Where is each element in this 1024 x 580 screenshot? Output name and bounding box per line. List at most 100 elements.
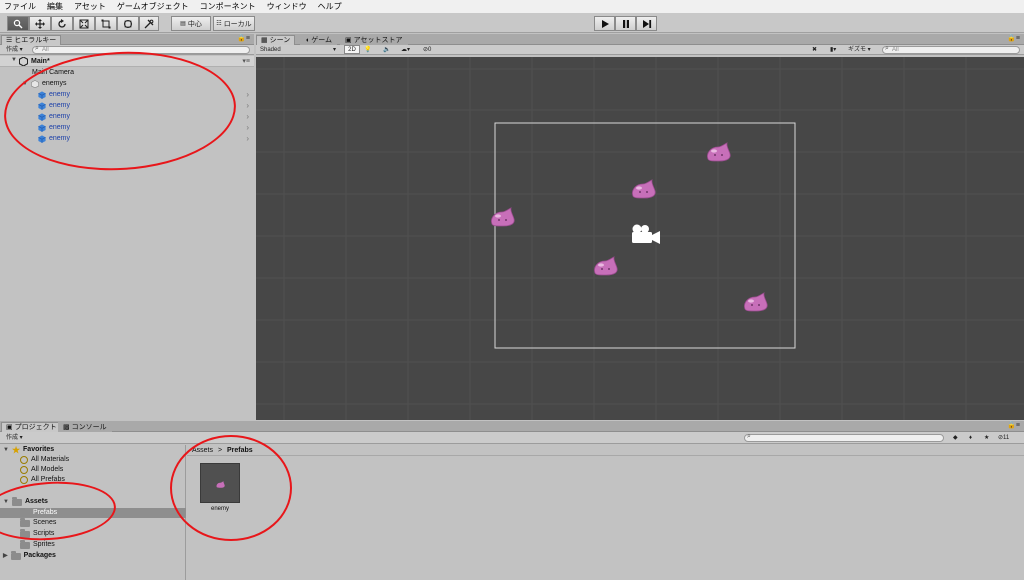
create-dropdown[interactable]: 作成 ▾ xyxy=(6,434,23,442)
menu-window[interactable]: ウィンドウ xyxy=(267,1,307,12)
menu-help[interactable]: ヘルプ xyxy=(318,1,342,12)
shading-dropdown[interactable]: Shaded xyxy=(260,46,281,54)
folder-scripts[interactable]: Scripts xyxy=(20,528,54,539)
tab-project-label: プロジェクト xyxy=(14,424,57,431)
enemy-sprite[interactable] xyxy=(632,179,656,199)
hierarchy-subbar: 作成 ▾ All xyxy=(0,45,254,55)
custom-tool-button[interactable] xyxy=(139,16,159,31)
transform-tool-icon xyxy=(124,19,132,28)
enemy-sprite[interactable] xyxy=(707,142,731,162)
hierarchy-item-enemy[interactable]: enemy › xyxy=(38,112,252,122)
expand-icon[interactable]: ▶ xyxy=(3,551,8,561)
menu-assets[interactable]: アセット xyxy=(74,1,106,12)
tab-project[interactable]: ▣ プロジェクト xyxy=(1,422,62,432)
tools-icon[interactable]: ✖ xyxy=(812,46,817,54)
prefab-thumbnail[interactable] xyxy=(200,463,240,503)
chevron-down-icon[interactable]: ▾ xyxy=(333,46,336,54)
breadcrumb-prefabs[interactable]: Prefabs xyxy=(227,447,253,454)
hand-tool-button[interactable] xyxy=(7,16,29,31)
panel-menu-icon[interactable]: 🔒≡ xyxy=(1007,34,1020,42)
star-icon: ★ xyxy=(11,445,21,455)
project-search-input[interactable] xyxy=(744,434,944,442)
search-filter-icon xyxy=(20,476,28,484)
chevron-right-icon[interactable]: › xyxy=(246,112,249,122)
audio-icon[interactable]: 🔈 xyxy=(383,46,390,54)
effects-icon[interactable]: ☁▾ xyxy=(401,46,410,54)
favorite-all-models[interactable]: All Models xyxy=(20,465,63,475)
search-by-label-icon[interactable]: ♦ xyxy=(969,434,972,442)
item-label: All Prefabs xyxy=(31,476,65,483)
menu-edit[interactable]: 編集 xyxy=(47,1,63,12)
hidden-packages-icon[interactable]: ⊘11 xyxy=(998,434,1009,442)
scene-viewport[interactable] xyxy=(256,57,1024,420)
scene-expand-icon[interactable]: ▼ xyxy=(11,57,17,63)
search-filter-icon xyxy=(20,456,28,464)
enemy-sprite[interactable] xyxy=(594,256,618,276)
lighting-icon[interactable]: 💡 xyxy=(364,46,371,54)
tab-scene[interactable]: ▦ シーン xyxy=(256,35,296,45)
hierarchy-item-enemys[interactable]: ▼ enemys xyxy=(22,79,66,89)
chevron-right-icon[interactable]: › xyxy=(246,134,249,144)
move-tool-button[interactable] xyxy=(29,16,51,31)
hierarchy-item-enemy[interactable]: enemy › xyxy=(38,123,252,133)
enemy-sprite[interactable] xyxy=(744,292,768,312)
search-by-type-icon[interactable]: ◆ xyxy=(953,434,958,442)
favorite-star-icon[interactable]: ★ xyxy=(984,434,989,442)
hierarchy-item-main-camera[interactable]: Main Camera xyxy=(32,68,74,78)
chevron-right-icon[interactable]: › xyxy=(246,90,249,100)
gizmos-dropdown[interactable]: ギズモ ▾ xyxy=(848,46,871,54)
expand-icon[interactable]: ▼ xyxy=(3,497,9,507)
scale-tool-button[interactable] xyxy=(73,16,95,31)
panel-menu-icon[interactable]: 🔒≡ xyxy=(1007,421,1020,429)
tools-icon xyxy=(144,19,154,28)
pivot-toggle-button[interactable]: ▤ 中心 xyxy=(171,16,211,31)
tab-asset-store-label: アセットストア xyxy=(353,37,403,44)
hierarchy-search-input[interactable]: All xyxy=(32,46,250,54)
menu-component[interactable]: コンポーネント xyxy=(200,1,256,12)
tab-asset-store[interactable]: ▣ アセットストア xyxy=(340,35,408,45)
item-label: enemy xyxy=(49,102,71,109)
rotate-tool-button[interactable] xyxy=(51,16,73,31)
hierarchy-item-enemy[interactable]: enemy › xyxy=(38,90,252,100)
pause-button[interactable] xyxy=(615,16,636,31)
chevron-right-icon[interactable]: › xyxy=(246,123,249,133)
scene-row[interactable]: ▼ Main* ▾≡ xyxy=(0,56,254,67)
hidden-objects-icon[interactable]: ⊘0 xyxy=(423,46,431,54)
play-button[interactable] xyxy=(594,16,615,31)
tab-game[interactable]: ◖ ゲーム xyxy=(300,35,338,45)
hierarchy-item-enemy[interactable]: enemy › xyxy=(38,101,252,111)
chevron-right-icon[interactable]: › xyxy=(246,101,249,111)
expand-icon[interactable]: ▼ xyxy=(22,79,28,89)
folder-prefabs[interactable]: Prefabs xyxy=(20,507,57,518)
panel-menu-icon[interactable]: 🔒≡ xyxy=(237,34,250,42)
folder-scenes[interactable]: Scenes xyxy=(20,517,56,528)
space-toggle-button[interactable]: ☷ ローカル xyxy=(213,16,255,31)
favorite-all-materials[interactable]: All Materials xyxy=(20,455,69,465)
hierarchy-item-enemy[interactable]: enemy › xyxy=(38,134,252,144)
pause-icon xyxy=(622,19,629,28)
tab-console[interactable]: ▩ コンソール xyxy=(58,422,112,432)
hand-tool-icon xyxy=(13,19,23,28)
favorite-all-prefabs[interactable]: All Prefabs xyxy=(20,475,65,485)
tab-hierarchy[interactable]: ☰ ヒエラルキー xyxy=(1,35,62,45)
packages-node[interactable]: ▶ Packages xyxy=(3,550,56,561)
scene-search-input[interactable]: All xyxy=(882,46,1020,54)
rect-tool-button[interactable] xyxy=(95,16,117,31)
menu-file[interactable]: ファイル xyxy=(4,1,36,12)
2d-toggle[interactable]: 2D xyxy=(344,45,360,54)
camera-settings-icon[interactable]: ▮▾ xyxy=(830,46,836,54)
item-label: All Models xyxy=(31,466,64,473)
folder-icon xyxy=(20,539,30,549)
assets-node[interactable]: ▼ Assets xyxy=(3,496,48,507)
breadcrumb-assets[interactable]: Assets xyxy=(192,447,213,454)
create-dropdown[interactable]: 作成 ▾ xyxy=(6,46,23,54)
favorites-node[interactable]: ▼ ★ Favorites xyxy=(3,445,54,455)
expand-icon[interactable]: ▼ xyxy=(3,445,9,455)
step-button[interactable] xyxy=(636,16,657,31)
transform-tool-button[interactable] xyxy=(117,16,139,31)
folder-sprites[interactable]: Sprites xyxy=(20,539,55,550)
prefab-cube-icon xyxy=(38,135,46,143)
menu-gameobject[interactable]: ゲームオブジェクト xyxy=(117,1,189,12)
prefab-cube-icon xyxy=(38,102,46,110)
scene-menu-icon[interactable]: ▾≡ xyxy=(242,56,250,67)
